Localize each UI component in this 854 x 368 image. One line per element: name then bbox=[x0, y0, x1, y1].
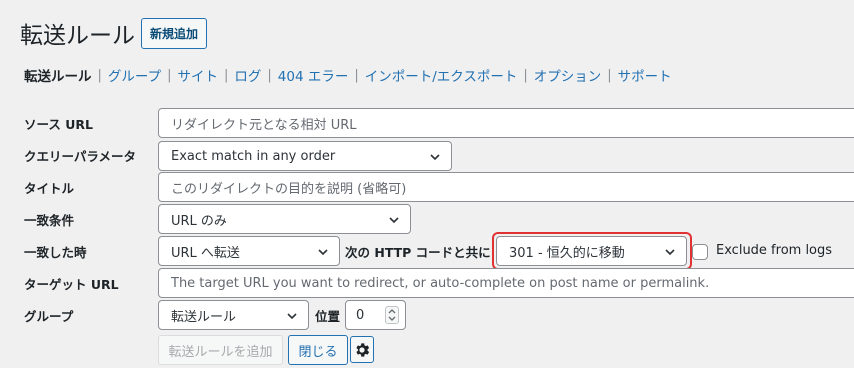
match-label: 一致条件 bbox=[24, 213, 75, 228]
action-value: URL へ転送 bbox=[171, 245, 240, 261]
chevron-down-icon bbox=[389, 217, 399, 224]
position-label: 位置 bbox=[315, 309, 341, 324]
match-select[interactable]: URL のみ bbox=[158, 204, 411, 234]
subnav-separator: | bbox=[223, 67, 229, 83]
http-code-highlight bbox=[492, 232, 692, 270]
query-params-value: Exact match in any order bbox=[171, 148, 336, 164]
source-url-input[interactable]: リダイレクト元となる相対 URL bbox=[158, 108, 854, 138]
target-url-label: ターゲット URL bbox=[24, 277, 119, 292]
settings-button[interactable] bbox=[350, 336, 374, 363]
spinner-arrows-icon bbox=[388, 309, 396, 321]
subnav-separator: | bbox=[354, 67, 359, 83]
subnav-item-logs[interactable]: ログ bbox=[234, 65, 261, 85]
subnav-item-options[interactable]: オプション bbox=[534, 65, 602, 85]
exclude-from-logs-checkbox[interactable] bbox=[692, 244, 708, 260]
page-header: 転送ルール 新規追加 bbox=[20, 16, 208, 50]
title-input[interactable]: このリダイレクトの目的を説明 (省略可) bbox=[158, 172, 854, 202]
title-placeholder: このリダイレクトの目的を説明 (省略可) bbox=[171, 181, 407, 197]
subnav-separator: | bbox=[607, 67, 612, 83]
action-select[interactable]: URL へ転送 bbox=[158, 236, 340, 266]
query-params-label: クエリーパラメータ bbox=[24, 149, 137, 164]
when-matched-label: 一致した時 bbox=[24, 245, 87, 260]
subnav-item-support[interactable]: サポート bbox=[618, 65, 672, 85]
subnav: 転送ルール | グループ | サイト | ログ | 404 エラー | インポー… bbox=[24, 65, 672, 86]
subnav-item-import-export[interactable]: インポート/エクスポート bbox=[365, 65, 518, 85]
close-button[interactable]: 閉じる bbox=[288, 335, 348, 365]
source-url-label: ソース URL bbox=[24, 117, 93, 132]
group-label: グループ bbox=[24, 309, 74, 324]
subnav-item-404-errors[interactable]: 404 エラー bbox=[278, 65, 349, 85]
group-select[interactable]: 転送ルール bbox=[158, 300, 309, 330]
target-url-input[interactable]: The target URL you want to redirect, or … bbox=[158, 268, 854, 298]
page-title: 転送ルール bbox=[20, 23, 135, 49]
group-value: 転送ルール bbox=[171, 309, 237, 325]
add-new-button[interactable]: 新規追加 bbox=[141, 17, 208, 49]
position-value: 0 bbox=[356, 307, 365, 323]
http-code-label: 次の HTTP コードと共に bbox=[345, 245, 491, 260]
target-url-placeholder: The target URL you want to redirect, or … bbox=[171, 275, 710, 291]
subnav-separator: | bbox=[167, 67, 172, 83]
subnav-separator: | bbox=[97, 67, 102, 83]
subnav-separator: | bbox=[267, 67, 272, 83]
gear-icon bbox=[356, 342, 370, 357]
subnav-item-redirects[interactable]: 転送ルール bbox=[24, 65, 92, 85]
subnav-separator: | bbox=[523, 67, 528, 83]
chevron-down-icon bbox=[318, 249, 328, 256]
subnav-item-sites[interactable]: サイト bbox=[177, 65, 218, 85]
chevron-down-icon bbox=[287, 313, 297, 320]
query-params-select[interactable]: Exact match in any order bbox=[158, 141, 452, 171]
position-spinner[interactable] bbox=[385, 306, 399, 324]
match-value: URL のみ bbox=[171, 213, 227, 229]
source-url-placeholder: リダイレクト元となる相対 URL bbox=[171, 117, 357, 133]
title-label: タイトル bbox=[24, 181, 75, 196]
chevron-down-icon bbox=[430, 154, 440, 161]
position-input[interactable]: 0 bbox=[345, 300, 406, 330]
subnav-item-groups[interactable]: グループ bbox=[108, 65, 161, 85]
exclude-from-logs-label: Exclude from logs bbox=[716, 243, 833, 258]
add-redirect-button[interactable]: 転送ルールを追加 bbox=[158, 335, 283, 365]
